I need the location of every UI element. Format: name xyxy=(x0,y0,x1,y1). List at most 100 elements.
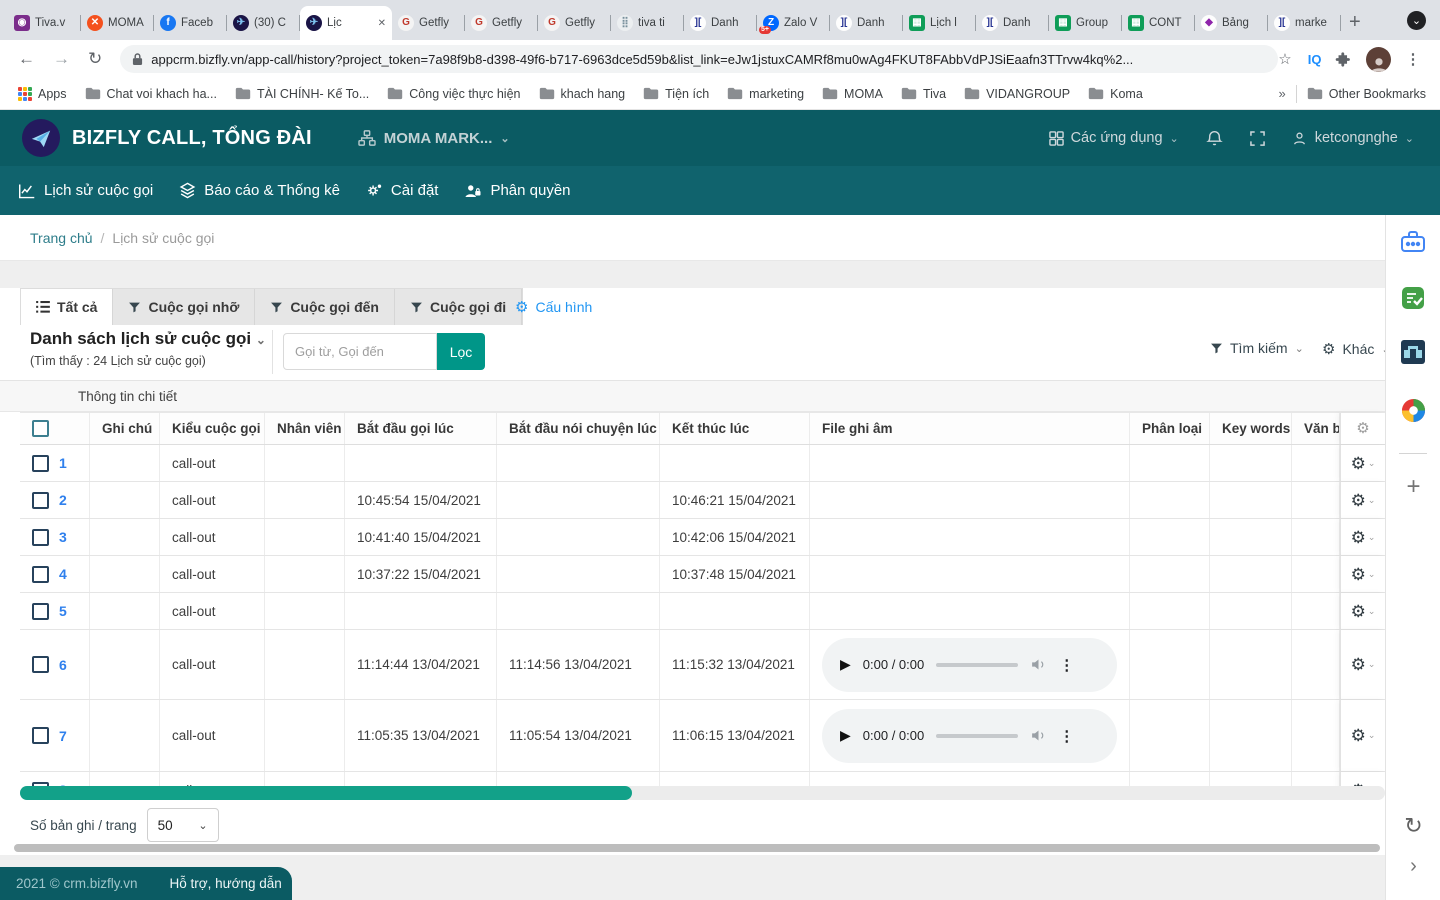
page-size-select[interactable]: 50 ⌄ xyxy=(147,808,219,842)
audio-menu-icon[interactable]: ⋮ xyxy=(1059,727,1074,745)
row-number[interactable]: 3 xyxy=(59,529,67,545)
bookmark-folder[interactable]: khach hang xyxy=(539,87,626,101)
reload-button[interactable]: ↻ xyxy=(88,49,102,69)
sidebar-add-button[interactable]: + xyxy=(1386,473,1440,501)
play-icon[interactable]: ▶ xyxy=(840,656,851,673)
apps-shortcut[interactable]: Apps xyxy=(18,87,67,101)
tab-search-button[interactable]: ⌄ xyxy=(1407,11,1426,30)
row-number[interactable]: 5 xyxy=(59,603,67,619)
row-number[interactable]: 4 xyxy=(59,566,67,582)
column-settings-cell[interactable]: ⚙ xyxy=(1340,413,1385,444)
browser-tab-sheet-group[interactable]: ▦Group xyxy=(1049,6,1122,40)
row-number[interactable]: 2 xyxy=(59,492,67,508)
breadcrumb-home-link[interactable]: Trang chủ xyxy=(30,230,93,246)
bookmark-folder[interactable]: MOMA xyxy=(822,87,883,101)
row-checkbox[interactable] xyxy=(32,566,49,583)
page-horizontal-scrollbar[interactable] xyxy=(14,844,1380,852)
bookmark-folder[interactable]: Tiện ích xyxy=(643,87,709,101)
bookmark-folder[interactable]: VIDANGROUP xyxy=(964,87,1070,101)
nav-item-1[interactable]: Lịch sử cuộc gọi xyxy=(18,182,153,199)
row-checkbox[interactable] xyxy=(32,656,49,673)
bookmark-star-icon[interactable]: ☆ xyxy=(1278,50,1291,68)
browser-tab-getfly-3[interactable]: GGetfly xyxy=(538,6,611,40)
support-link[interactable]: Hỗ trợ, hướng dẫn xyxy=(170,876,282,891)
tab-cuộc-gọi-đi[interactable]: Cuộc gọi đi xyxy=(395,289,522,325)
nav-item-4[interactable]: Phân quyền xyxy=(464,182,570,199)
browser-tab-sheet-lich[interactable]: ▦Lịch l xyxy=(903,6,976,40)
row-actions-cell[interactable]: ⚙⌄ xyxy=(1340,772,1385,786)
filter-submit-button[interactable]: Lọc xyxy=(437,333,485,370)
sidebar-app-icon-tasks[interactable] xyxy=(1400,285,1426,311)
browser-tab-bang[interactable]: ◆Bảng xyxy=(1195,6,1268,40)
sidebar-refresh-button[interactable]: ↻ xyxy=(1386,813,1440,839)
audio-player[interactable]: ▶0:00 / 0:00⋮ xyxy=(822,638,1117,692)
list-title-dropdown[interactable]: Danh sách lịch sử cuộc gọi ⌄ xyxy=(30,329,266,349)
volume-icon[interactable] xyxy=(1030,727,1047,744)
fullscreen-button[interactable] xyxy=(1250,131,1265,146)
sidebar-app-icon-crm[interactable] xyxy=(1400,339,1426,365)
audio-menu-icon[interactable]: ⋮ xyxy=(1059,656,1074,674)
bookmark-folder[interactable]: Công việc thực hiện xyxy=(387,87,520,101)
row-actions-cell[interactable]: ⚙⌄ xyxy=(1340,519,1385,555)
row-actions-cell[interactable]: ⚙⌄ xyxy=(1340,593,1385,629)
sidebar-collapse-button[interactable]: › xyxy=(1386,855,1440,878)
row-actions-cell[interactable]: ⚙⌄ xyxy=(1340,445,1385,481)
notifications-button[interactable] xyxy=(1205,128,1224,148)
row-actions-cell[interactable]: ⚙⌄ xyxy=(1340,482,1385,518)
tab-close-icon[interactable]: ✕ xyxy=(378,18,386,29)
browser-tab-bizfly-unread[interactable]: ✈(30) C xyxy=(227,6,300,40)
row-checkbox[interactable] xyxy=(32,603,49,620)
row-checkbox[interactable] xyxy=(32,529,49,546)
sidebar-app-icon-briefcase[interactable] xyxy=(1400,229,1426,255)
phone-search-input[interactable] xyxy=(283,333,437,370)
row-number[interactable]: 6 xyxy=(59,657,67,673)
other-bookmarks[interactable]: Other Bookmarks xyxy=(1307,87,1426,101)
browser-tab-marke[interactable]: ][marke xyxy=(1268,6,1341,40)
bookmark-folder[interactable]: Chat voi khach ha... xyxy=(85,87,217,101)
row-checkbox[interactable] xyxy=(32,492,49,509)
browser-tab-getfly-1[interactable]: GGetfly xyxy=(392,6,465,40)
browser-tab-danh-3[interactable]: ][Danh xyxy=(976,6,1049,40)
tab-cuộc-gọi-đến[interactable]: Cuộc gọi đến xyxy=(255,289,395,325)
browser-tab-danh-2[interactable]: ][Danh xyxy=(830,6,903,40)
sidebar-app-icon-colorwheel[interactable] xyxy=(1400,397,1426,423)
row-actions-cell[interactable]: ⚙⌄ xyxy=(1340,700,1385,771)
play-icon[interactable]: ▶ xyxy=(840,727,851,744)
tab-cuộc-gọi-nhỡ[interactable]: Cuộc gọi nhỡ xyxy=(113,289,255,325)
browser-tab-facebook[interactable]: fFaceb xyxy=(154,6,227,40)
workspace-selector[interactable]: MOMA MARK... ⌄ xyxy=(358,130,510,147)
bookmark-folder[interactable]: Tiva xyxy=(901,87,946,101)
tab-config[interactable]: ⚙ Cấu hình xyxy=(515,288,592,325)
select-all-checkbox[interactable] xyxy=(32,420,49,437)
browser-tab-danh-1[interactable]: ][Danh xyxy=(684,6,757,40)
row-actions-cell[interactable]: ⚙⌄ xyxy=(1340,556,1385,592)
row-number[interactable]: 7 xyxy=(59,728,67,744)
browser-tab-zalo[interactable]: Z5+Zalo V xyxy=(757,6,830,40)
search-menu[interactable]: Tìm kiếm ⌄ xyxy=(1210,340,1304,356)
url-bar[interactable]: appcrm.bizfly.vn/app-call/history?projec… xyxy=(120,45,1278,73)
browser-tab-bizfly-active[interactable]: ✈Lịc✕ xyxy=(300,6,392,40)
row-checkbox[interactable] xyxy=(32,455,49,472)
bookmark-folder[interactable]: Koma xyxy=(1088,87,1143,101)
nav-item-3[interactable]: Cài đặt xyxy=(366,182,439,199)
row-number[interactable]: 1 xyxy=(59,455,67,471)
iq-extension-icon[interactable]: IQ xyxy=(1308,52,1322,67)
new-tab-button[interactable]: + xyxy=(1349,12,1361,32)
more-menu[interactable]: ⚙ Khác ⌄ xyxy=(1322,340,1391,358)
nav-item-2[interactable]: Báo cáo & Thống kê xyxy=(179,182,340,199)
forward-button[interactable]: → xyxy=(53,49,70,69)
audio-player[interactable]: ▶0:00 / 0:00⋮ xyxy=(822,709,1117,763)
profile-avatar[interactable] xyxy=(1366,47,1391,72)
browser-menu-icon[interactable]: ⋮ xyxy=(1405,50,1420,68)
volume-icon[interactable] xyxy=(1030,656,1047,673)
apps-menu[interactable]: Các ứng dụng ⌄ xyxy=(1049,130,1179,146)
extensions-puzzle-icon[interactable] xyxy=(1335,51,1352,68)
bookmarks-overflow-icon[interactable]: » xyxy=(1279,86,1286,101)
tab-tất-cả[interactable]: Tất cả xyxy=(21,289,113,325)
bookmark-folder[interactable]: marketing xyxy=(727,87,804,101)
browser-tab-tiva[interactable]: ◉Tiva.v xyxy=(8,6,81,40)
browser-tab-tiva-ti[interactable]: ⣿tiva ti xyxy=(611,6,684,40)
user-menu[interactable]: ketcongnghe ⌄ xyxy=(1291,130,1414,147)
row-actions-cell[interactable]: ⚙⌄ xyxy=(1340,630,1385,699)
row-checkbox[interactable] xyxy=(32,727,49,744)
